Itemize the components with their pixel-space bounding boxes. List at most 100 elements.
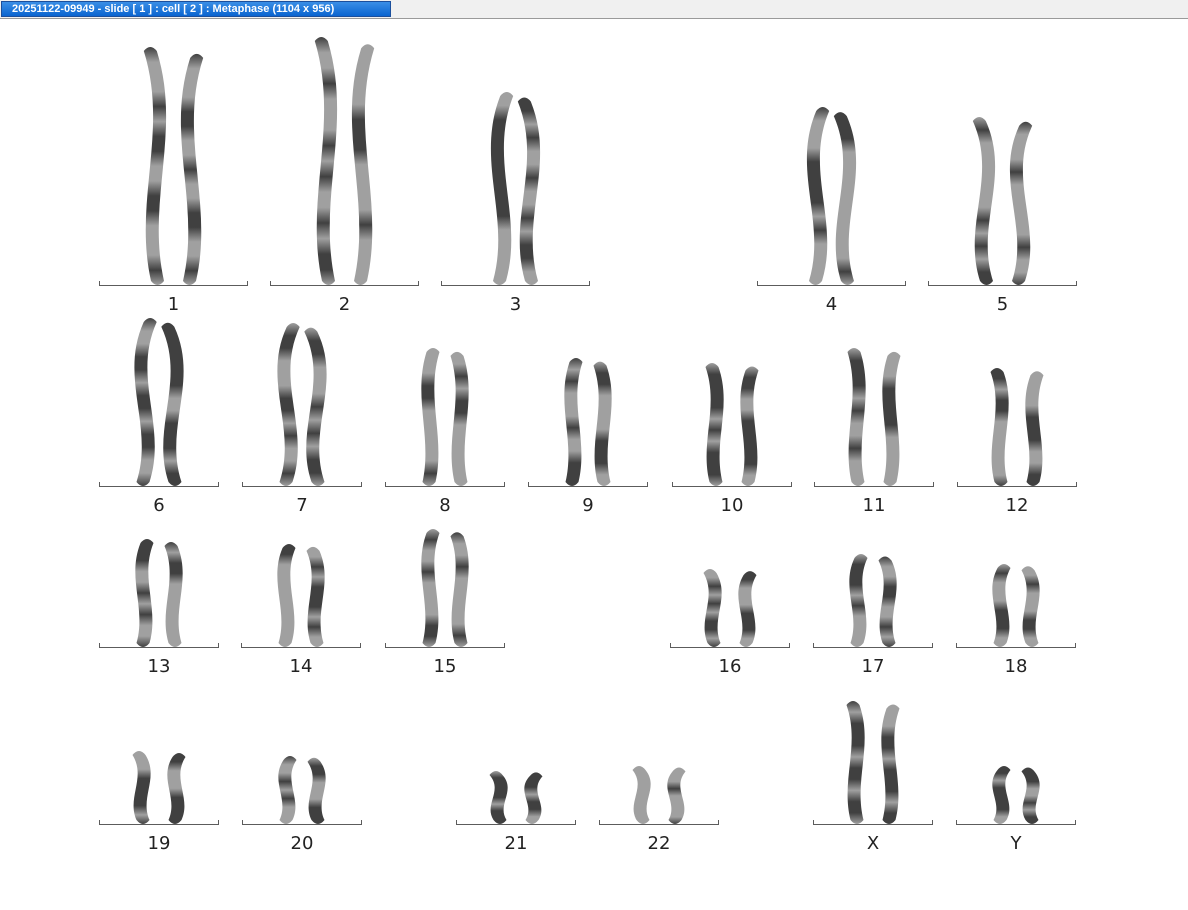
- chromosome-15-chromatid[interactable]: [450, 532, 469, 647]
- chromosome-pair-21: [489, 771, 543, 824]
- chromosome-11-chromatid[interactable]: [882, 351, 901, 486]
- chromosome-20-chromatid[interactable]: [307, 757, 326, 824]
- chromosome-4-chromatid[interactable]: [806, 107, 830, 285]
- chromosome-slot-3[interactable]: 3: [441, 91, 590, 326]
- chromosome-18-chromatid[interactable]: [992, 564, 1011, 647]
- chromosome-19-chromatid[interactable]: [167, 752, 186, 824]
- chromosome-22-chromatid[interactable]: [667, 767, 686, 825]
- chromosome-label: 9: [582, 495, 594, 516]
- chromosome-pair-5: [972, 117, 1033, 285]
- chromosome-1-chromatid[interactable]: [180, 53, 204, 286]
- chromosome-Y-chromatid[interactable]: [1021, 767, 1040, 825]
- chromosome-14-chromatid[interactable]: [306, 546, 325, 647]
- chromosome-slot-18[interactable]: 18: [956, 563, 1076, 688]
- chromosome-21-chromatid[interactable]: [489, 771, 508, 824]
- chromosome-2-chromatid[interactable]: [314, 37, 338, 285]
- chromosome-13-chromatid[interactable]: [164, 542, 183, 647]
- chromosome-14-chromatid[interactable]: [277, 544, 296, 647]
- chromosome-8-chromatid[interactable]: [421, 348, 440, 486]
- chromosome-slot-11[interactable]: 11: [814, 347, 934, 527]
- window-title-tab[interactable]: 20251122-09949 - slide [ 1 ] : cell [ 2 …: [1, 1, 391, 17]
- chromosome-1-chromatid[interactable]: [143, 47, 167, 285]
- chromosome-baseline: [814, 482, 934, 487]
- chromosome-baseline: [242, 820, 362, 825]
- chromosome-2-chromatid[interactable]: [351, 44, 375, 286]
- chromosome-label: Y: [1010, 833, 1022, 854]
- chromosome-label: 7: [296, 495, 308, 516]
- chromosome-9-chromatid[interactable]: [593, 361, 612, 486]
- chromosome-10-chromatid[interactable]: [740, 366, 759, 486]
- chromosome-slot-19[interactable]: 19: [99, 750, 219, 865]
- chromosome-7-chromatid[interactable]: [304, 327, 327, 486]
- chromosome-12-chromatid[interactable]: [1025, 371, 1044, 486]
- chromosome-slot-1[interactable]: 1: [99, 46, 248, 326]
- chromosome-baseline: [956, 820, 1076, 825]
- chromosome-slot-10[interactable]: 10: [672, 362, 792, 527]
- chromosome-6-chromatid[interactable]: [134, 318, 157, 486]
- chromosome-slot-14[interactable]: 14: [241, 543, 361, 688]
- chromosome-6-chromatid[interactable]: [161, 322, 184, 486]
- chromosome-slot-9[interactable]: 9: [528, 357, 648, 527]
- chromosome-3-chromatid[interactable]: [517, 97, 541, 285]
- chromosome-slot-Y[interactable]: Y: [956, 765, 1076, 865]
- chromosome-Y-chromatid[interactable]: [992, 766, 1011, 824]
- chromosome-13-chromatid[interactable]: [135, 539, 154, 647]
- chromosome-4-chromatid[interactable]: [833, 112, 857, 285]
- chromosome-label: 21: [504, 833, 528, 854]
- chromosome-10-chromatid[interactable]: [705, 363, 724, 486]
- chromosome-label: 17: [861, 656, 885, 677]
- chromosome-baseline: [670, 643, 790, 648]
- chromosome-slot-20[interactable]: 20: [242, 755, 362, 865]
- chromosome-baseline: [99, 820, 219, 825]
- chromosome-slot-12[interactable]: 12: [957, 367, 1077, 527]
- chromosome-baseline: [241, 643, 361, 648]
- chromosome-11-chromatid[interactable]: [847, 348, 866, 486]
- chromosome-5-chromatid[interactable]: [1009, 121, 1033, 285]
- chromosome-X-chromatid[interactable]: [881, 704, 900, 824]
- chromosome-pair-15: [421, 529, 469, 647]
- chromosome-20-chromatid[interactable]: [278, 756, 297, 824]
- chromosome-slot-X[interactable]: X: [813, 700, 933, 865]
- chromosome-slot-13[interactable]: 13: [99, 538, 219, 688]
- chromosome-slot-8[interactable]: 8: [385, 347, 505, 527]
- chromosome-slot-22[interactable]: 22: [599, 765, 719, 865]
- chromosome-pair-8: [421, 348, 469, 486]
- chromosome-17-chromatid[interactable]: [878, 556, 897, 647]
- chromosome-3-chromatid[interactable]: [490, 92, 514, 285]
- chromosome-pair-3: [490, 92, 541, 285]
- chromosome-15-chromatid[interactable]: [421, 529, 440, 647]
- chromosome-12-chromatid[interactable]: [990, 368, 1009, 486]
- chromosome-slot-17[interactable]: 17: [813, 553, 933, 688]
- chromosome-pair-1: [143, 47, 204, 286]
- chromosome-17-chromatid[interactable]: [849, 554, 868, 647]
- chromosome-8-chromatid[interactable]: [450, 351, 469, 486]
- chromosome-19-chromatid[interactable]: [132, 751, 151, 824]
- chromosome-slot-16[interactable]: 16: [670, 568, 790, 688]
- chromosome-pair-17: [849, 554, 897, 647]
- chromosome-18-chromatid[interactable]: [1021, 566, 1040, 647]
- chromosome-slot-6[interactable]: 6: [99, 317, 219, 527]
- chromosome-pair-16: [703, 569, 757, 647]
- chromosome-slot-4[interactable]: 4: [757, 106, 906, 326]
- chromosome-22-chromatid[interactable]: [632, 766, 651, 824]
- chromosome-9-chromatid[interactable]: [564, 358, 583, 486]
- chromosome-16-chromatid[interactable]: [738, 571, 757, 647]
- chromosome-label: 3: [509, 294, 522, 315]
- chromosome-label: 11: [862, 495, 886, 516]
- chromosome-21-chromatid[interactable]: [524, 772, 543, 824]
- chromosome-pair-9: [564, 358, 612, 486]
- chromosome-7-chromatid[interactable]: [277, 323, 300, 486]
- chromosome-slot-15[interactable]: 15: [385, 528, 505, 688]
- chromosome-slot-2[interactable]: 2: [270, 36, 419, 326]
- chromosome-slot-5[interactable]: 5: [928, 116, 1077, 326]
- chromosome-label: 1: [167, 294, 180, 315]
- chromosome-16-chromatid[interactable]: [703, 569, 722, 647]
- chromosome-baseline: [99, 482, 219, 487]
- chromosome-pair-11: [847, 348, 901, 486]
- chromosome-pair-4: [806, 107, 857, 285]
- chromosome-X-chromatid[interactable]: [846, 701, 865, 824]
- chromosome-pair-6: [134, 318, 184, 486]
- chromosome-slot-7[interactable]: 7: [242, 322, 362, 527]
- chromosome-5-chromatid[interactable]: [972, 117, 996, 285]
- chromosome-slot-21[interactable]: 21: [456, 770, 576, 865]
